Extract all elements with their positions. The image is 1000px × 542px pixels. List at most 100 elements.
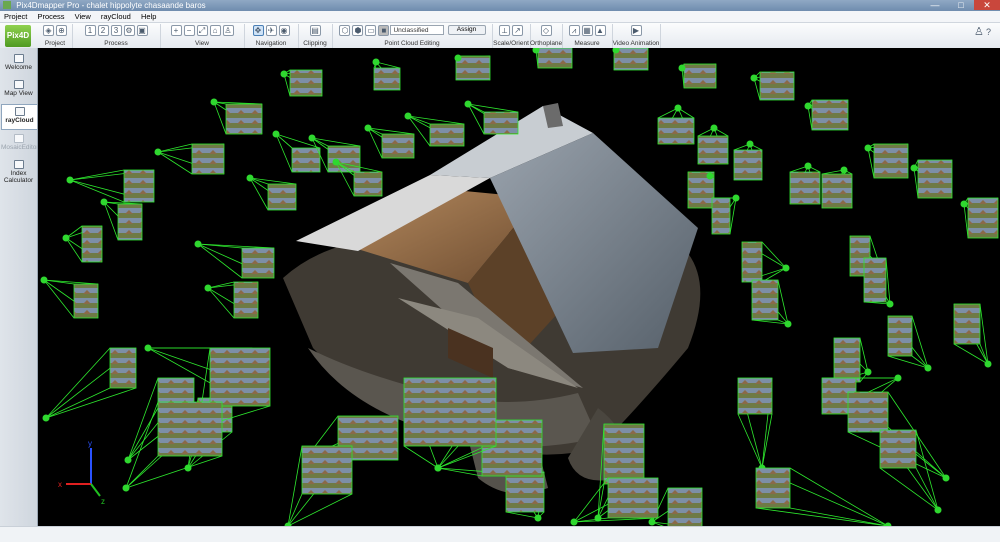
camera-frustum[interactable] — [741, 241, 790, 283]
sidebar-item-welcome[interactable]: Welcome — [1, 52, 36, 76]
camera-center-dot[interactable] — [534, 514, 542, 522]
camera-frustum[interactable] — [570, 477, 659, 526]
camera-frustum[interactable] — [454, 54, 491, 81]
camera-frustum[interactable] — [612, 48, 649, 71]
camera-frustum[interactable] — [737, 377, 773, 472]
camera-center-dot[interactable] — [364, 124, 372, 132]
close-button[interactable]: ✕ — [974, 0, 1000, 10]
cube-icon[interactable]: ⬡ — [339, 25, 351, 36]
camera-center-dot[interactable] — [984, 360, 992, 368]
camera-center-dot[interactable] — [404, 112, 412, 120]
camera-center-dot[interactable] — [784, 320, 792, 328]
camera-center-dot[interactable] — [570, 518, 578, 526]
camera-frustum[interactable] — [733, 140, 763, 181]
process-options-icon[interactable]: ⚙ — [123, 25, 135, 36]
person-view-icon[interactable]: ♙ — [222, 25, 234, 36]
zoom-in-icon[interactable]: + — [170, 25, 182, 36]
camera-frustum[interactable] — [372, 58, 401, 91]
maximize-button[interactable]: □ — [948, 0, 974, 10]
camera-center-dot[interactable] — [934, 506, 942, 514]
camera-center-dot[interactable] — [960, 200, 968, 208]
camera-frustum[interactable] — [755, 467, 892, 526]
help-icon[interactable]: ? — [986, 28, 997, 39]
camera-frustum[interactable] — [194, 240, 275, 279]
camera-frustum[interactable] — [697, 124, 729, 165]
camera-center-dot[interactable] — [194, 240, 202, 248]
camera-center-dot[interactable] — [332, 158, 340, 166]
camera-center-dot[interactable] — [746, 140, 754, 148]
camera-center-dot[interactable] — [62, 234, 70, 242]
camera-frustum[interactable] — [887, 315, 932, 372]
camera-center-dot[interactable] — [40, 276, 48, 284]
camera-center-dot[interactable] — [782, 264, 790, 272]
assign-button[interactable]: Assign — [447, 25, 486, 35]
camera-center-dot[interactable] — [674, 104, 682, 112]
camera-frustum[interactable] — [42, 347, 137, 422]
classification-select[interactable]: Unclassified — [390, 25, 445, 35]
process-step1-icon[interactable]: 1 — [84, 25, 96, 36]
surface-icon[interactable]: ▦ — [581, 25, 593, 36]
camera-frustum[interactable] — [711, 194, 740, 235]
camera-frustum[interactable] — [40, 276, 99, 319]
sidebar-item-index-calculator[interactable]: Index Calculator — [1, 158, 36, 188]
user-account-icon[interactable]: ♙ — [974, 27, 985, 39]
camera-center-dot[interactable] — [210, 98, 218, 106]
fit-view-icon[interactable]: ⤢ — [196, 25, 208, 36]
camera-frustum[interactable] — [960, 197, 999, 239]
camera-center-dot[interactable] — [910, 164, 918, 172]
camera-frustum[interactable] — [864, 143, 909, 179]
camera-center-dot[interactable] — [124, 456, 132, 464]
clip-box-icon[interactable]: ▤ — [309, 25, 321, 36]
camera-frustum[interactable] — [751, 279, 792, 328]
camera-frustum[interactable] — [100, 198, 143, 241]
first-person-icon[interactable]: ✈ — [265, 25, 277, 36]
scale-icon[interactable]: ⟂ — [499, 25, 510, 36]
camera-center-dot[interactable] — [648, 518, 656, 526]
camera-center-dot[interactable] — [678, 64, 686, 72]
camera-frustum[interactable] — [122, 401, 223, 492]
camera-frustum[interactable] — [280, 69, 323, 97]
camera-center-dot[interactable] — [272, 130, 280, 138]
raycloud-3d-viewport[interactable]: x y z — [38, 48, 1000, 526]
orient-icon[interactable]: ↗ — [512, 25, 523, 36]
camera-frustum[interactable] — [364, 124, 415, 159]
camera-center-dot[interactable] — [42, 414, 50, 422]
camera-center-dot[interactable] — [710, 124, 718, 132]
menu-process[interactable]: Process — [33, 11, 68, 22]
camera-frustum[interactable] — [154, 143, 225, 175]
camera-center-dot[interactable] — [942, 474, 950, 482]
camera-frustum[interactable] — [464, 100, 519, 135]
camera-center-dot[interactable] — [894, 374, 902, 382]
camera-center-dot[interactable] — [308, 134, 316, 142]
camera-center-dot[interactable] — [434, 464, 442, 472]
process-lock-icon[interactable]: ▣ — [136, 25, 148, 36]
camera-frustum[interactable] — [953, 303, 992, 368]
camera-center-dot[interactable] — [886, 300, 894, 308]
camera-frustum[interactable] — [804, 99, 849, 131]
camera-center-dot[interactable] — [804, 102, 812, 110]
sidebar-item-raycloud[interactable]: rayCloud — [1, 104, 37, 130]
camera-center-dot[interactable] — [204, 284, 212, 292]
target-icon[interactable]: ⊕ — [56, 25, 67, 36]
camera-frustum[interactable] — [833, 337, 872, 383]
menu-raycloud[interactable]: rayCloud — [97, 11, 135, 22]
camera-frustum[interactable] — [910, 159, 953, 199]
camera-frustum[interactable] — [687, 171, 715, 209]
volume-icon[interactable]: ▲ — [594, 25, 606, 36]
camera-center-dot[interactable] — [154, 148, 162, 156]
camera-center-dot[interactable] — [280, 70, 288, 78]
camera-center-dot[interactable] — [804, 162, 812, 170]
camera-frustum[interactable] — [789, 162, 821, 205]
camera-frustum[interactable] — [678, 63, 717, 89]
camera-center-dot[interactable] — [122, 484, 130, 492]
camera-frustum[interactable] — [210, 98, 263, 135]
select-icon[interactable]: ▭ — [365, 25, 377, 36]
open-project-icon[interactable]: ◈ — [43, 25, 54, 36]
minimize-button[interactable]: — — [922, 0, 948, 10]
camera-center-dot[interactable] — [732, 194, 740, 202]
camera-center-dot[interactable] — [144, 344, 152, 352]
camera-center-dot[interactable] — [924, 364, 932, 372]
home-view-icon[interactable]: ⌂ — [209, 25, 221, 36]
trackball-icon[interactable]: ✥ — [252, 25, 264, 36]
menu-help[interactable]: Help — [137, 11, 160, 22]
